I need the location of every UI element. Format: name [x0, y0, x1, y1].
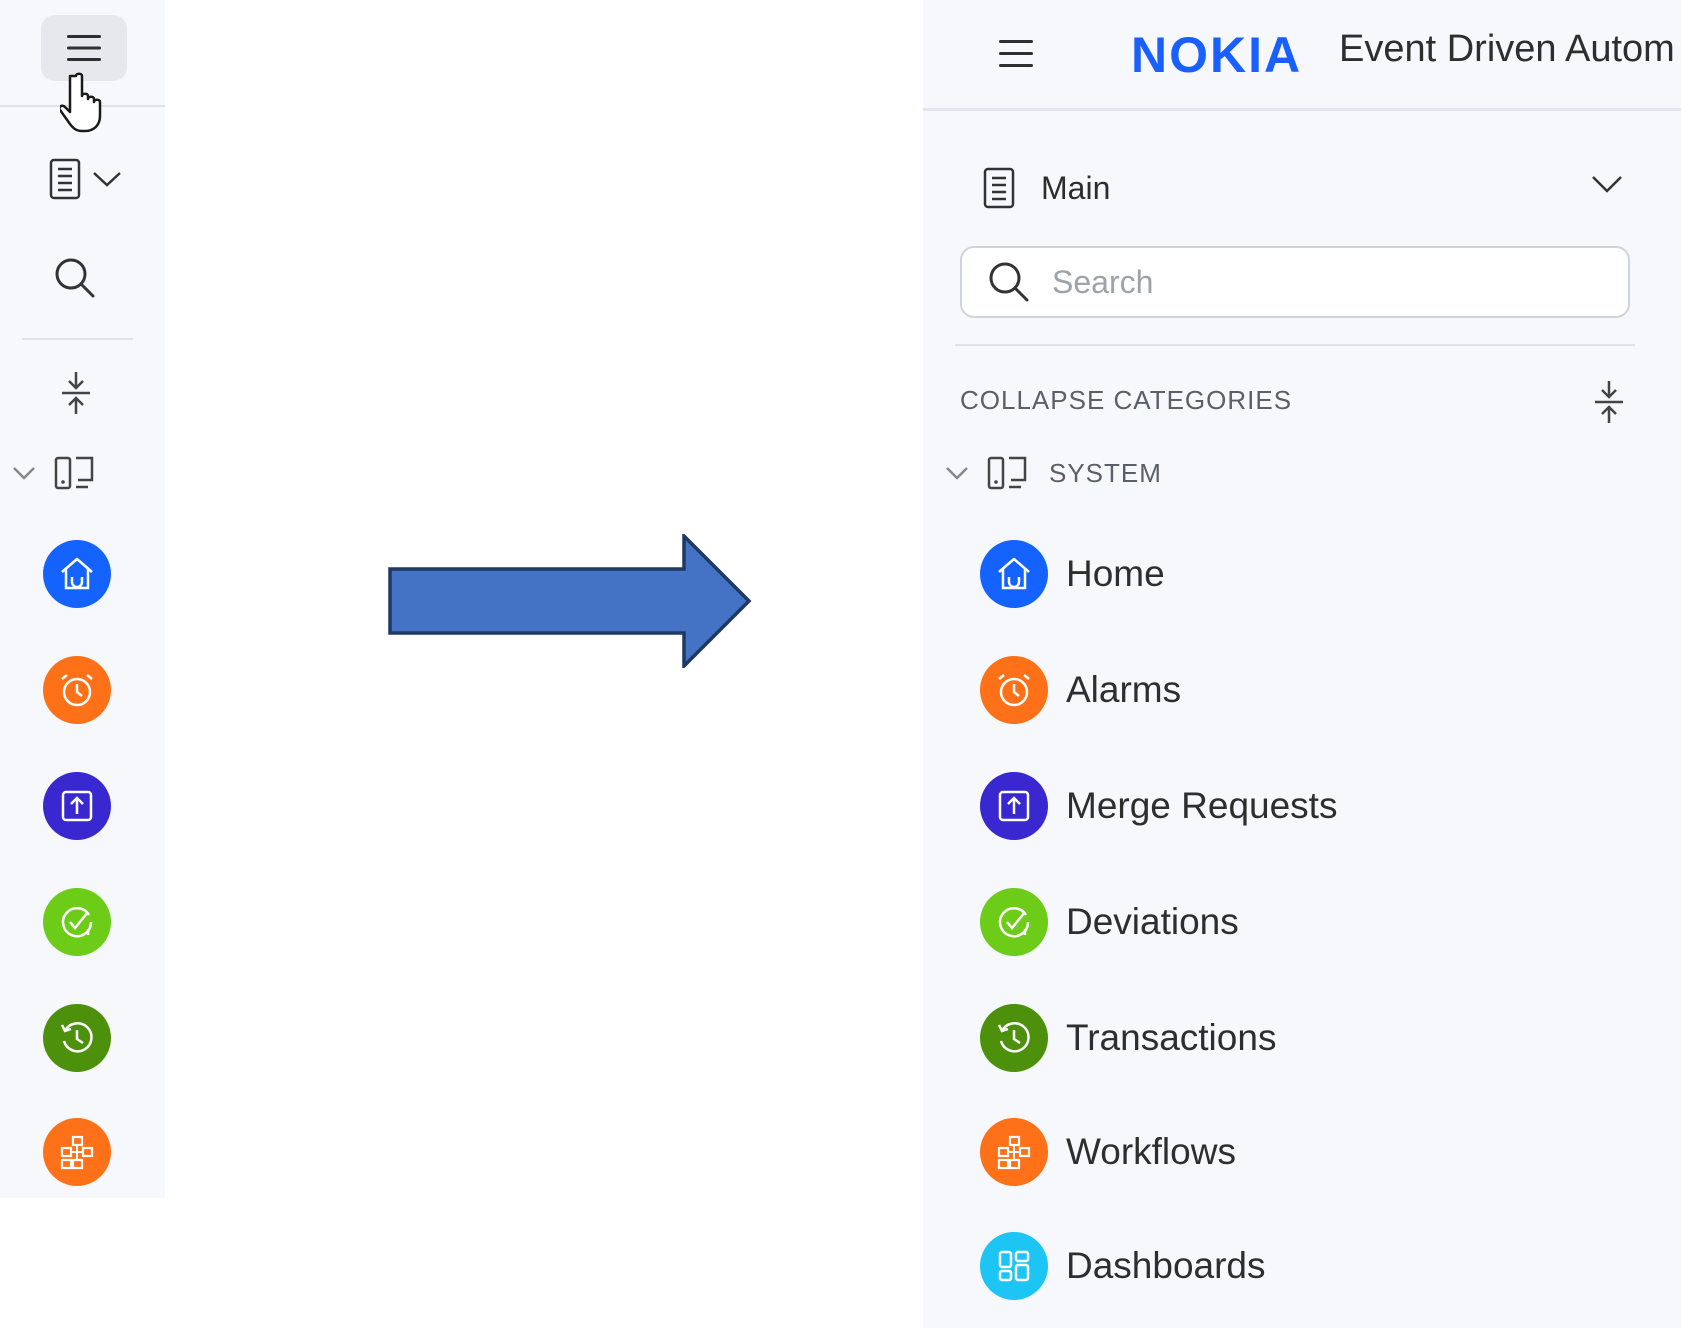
- search-input[interactable]: [1050, 262, 1614, 302]
- nav-item-deviations[interactable]: Deviations: [980, 888, 1239, 956]
- alarm-clock-icon: [61, 674, 93, 707]
- search-box[interactable]: [960, 246, 1630, 318]
- category-label: SYSTEM: [1049, 457, 1162, 488]
- sidebar-divider: [22, 338, 133, 340]
- nav-item-label: Alarms: [1066, 669, 1182, 710]
- collapsed-sidebar: [0, 0, 165, 1198]
- top-bar: NOKIA Event Driven Autom: [923, 4, 1681, 108]
- nav-home-collapsed[interactable]: [43, 540, 111, 608]
- category-system-toggle[interactable]: SYSTEM: [945, 454, 1162, 492]
- nav-icon-circle: [980, 1118, 1048, 1186]
- navigation-selector-label: Main: [1041, 169, 1111, 206]
- nav-item-dashboards[interactable]: Dashboards: [980, 1232, 1266, 1300]
- hamburger-icon[interactable]: [999, 38, 1033, 70]
- devices-icon: [987, 456, 1027, 490]
- alarm-clock-icon: [998, 674, 1030, 707]
- dashboard-grid-icon: [998, 1250, 1030, 1282]
- collapse-categories-label: COLLAPSE CATEGORIES: [960, 385, 1293, 415]
- check-circle-icon: [61, 907, 93, 938]
- nokia-logo: NOKIA: [1131, 27, 1303, 83]
- nav-item-alarms[interactable]: Alarms: [980, 656, 1181, 724]
- nav-alarms-collapsed[interactable]: [43, 656, 111, 724]
- home-icon: [998, 557, 1030, 590]
- document-icon: [983, 167, 1015, 209]
- nav-merge-requests-collapsed[interactable]: [43, 772, 111, 840]
- comparison-stage: NOKIA Event Driven Autom Main Search COL…: [0, 0, 1681, 1328]
- nav-icon-circle: [980, 656, 1048, 724]
- document-icon: [49, 158, 81, 200]
- upload-box-icon: [998, 790, 1030, 822]
- panel-divider: [955, 344, 1635, 346]
- upload-box-icon: [61, 790, 93, 822]
- nav-item-label: Deviations: [1066, 901, 1239, 942]
- chevron-down-icon: [93, 172, 121, 187]
- nav-icon-circle: [980, 772, 1048, 840]
- app-title: Event Driven Autom: [1339, 28, 1675, 70]
- nav-item-merge-requests[interactable]: Merge Requests: [980, 772, 1337, 840]
- nav-item-home[interactable]: Home: [980, 540, 1165, 608]
- chevron-down-icon: [946, 467, 968, 480]
- nav-icon-circle: [980, 888, 1048, 956]
- collapse-categories-row[interactable]: COLLAPSE CATEGORIES: [960, 381, 1625, 423]
- chevron-down-icon: [1592, 176, 1622, 193]
- chevron-down-icon: [13, 467, 35, 480]
- nav-item-workflows[interactable]: Workflows: [980, 1118, 1236, 1186]
- transition-arrow: [388, 534, 752, 668]
- top-bar-divider: [923, 108, 1681, 111]
- nav-transactions-collapsed[interactable]: [43, 1004, 111, 1072]
- hamburger-icon: [67, 35, 101, 61]
- check-circle-icon: [998, 907, 1030, 938]
- collapse-categories-icon[interactable]: [1593, 381, 1625, 423]
- navigation-selector-collapsed[interactable]: [48, 158, 122, 200]
- search-icon[interactable]: [54, 257, 96, 299]
- expanded-sidebar: NOKIA Event Driven Autom Main Search COL…: [923, 0, 1681, 1328]
- nav-icon-circle: [980, 1232, 1048, 1300]
- nav-icon-circle: [980, 1004, 1048, 1072]
- nav-deviations-collapsed[interactable]: [43, 888, 111, 956]
- workflow-icon: [60, 1135, 94, 1170]
- nav-item-label: Transactions: [1066, 1017, 1277, 1058]
- home-icon: [61, 557, 93, 590]
- nav-icon-circle: [980, 540, 1048, 608]
- navigation-selector[interactable]: Main: [983, 160, 1623, 216]
- category-toggle-collapsed[interactable]: [12, 454, 94, 492]
- nav-item-label: Merge Requests: [1066, 785, 1338, 826]
- nav-item-label: Dashboards: [1066, 1245, 1266, 1286]
- nav-workflows-collapsed[interactable]: [43, 1118, 111, 1186]
- nav-item-label: Workflows: [1066, 1131, 1236, 1172]
- nav-item-transactions[interactable]: Transactions: [980, 1004, 1276, 1072]
- history-icon: [997, 1022, 1030, 1053]
- devices-icon: [54, 456, 94, 490]
- search-icon: [988, 261, 1030, 303]
- workflow-icon: [997, 1135, 1031, 1170]
- collapse-categories-icon[interactable]: [60, 372, 92, 414]
- arrow-shape: [388, 534, 752, 668]
- history-icon: [60, 1022, 93, 1053]
- hand-cursor-icon: [60, 72, 102, 133]
- nav-item-label: Home: [1066, 553, 1165, 594]
